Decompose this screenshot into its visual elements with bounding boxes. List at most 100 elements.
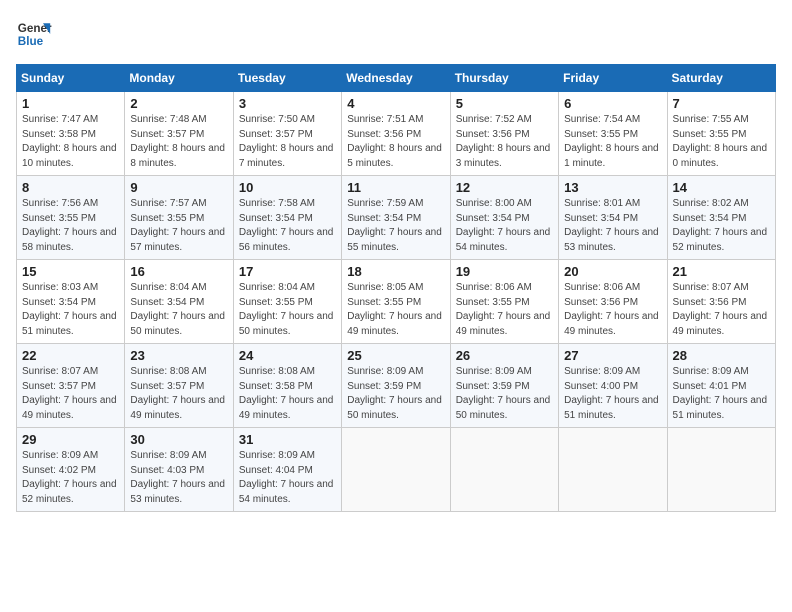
calendar-cell: 30 Sunrise: 8:09 AMSunset: 4:03 PMDayligh… <box>125 428 233 512</box>
calendar-cell: 11 Sunrise: 7:59 AMSunset: 3:54 PMDayligh… <box>342 176 450 260</box>
day-number: 5 <box>456 96 553 111</box>
calendar-cell: 25 Sunrise: 8:09 AMSunset: 3:59 PMDayligh… <box>342 344 450 428</box>
calendar-cell: 24 Sunrise: 8:08 AMSunset: 3:58 PMDayligh… <box>233 344 341 428</box>
day-number: 12 <box>456 180 553 195</box>
calendar-cell <box>342 428 450 512</box>
day-info: Sunrise: 8:07 AMSunset: 3:56 PMDaylight:… <box>673 281 770 339</box>
calendar-cell: 19 Sunrise: 8:06 AMSunset: 3:55 PMDayligh… <box>450 260 558 344</box>
weekday-header-tuesday: Tuesday <box>233 65 341 92</box>
calendar-cell <box>667 428 775 512</box>
calendar-cell: 6 Sunrise: 7:54 AMSunset: 3:55 PMDaylight… <box>559 92 667 176</box>
calendar-cell: 16Sunrise: 8:04 AMSunset: 3:54 PMDayligh… <box>125 260 233 344</box>
day-number: 6 <box>564 96 661 111</box>
calendar-cell: 14 Sunrise: 8:02 AMSunset: 3:54 PMDayligh… <box>667 176 775 260</box>
day-number: 13 <box>564 180 661 195</box>
day-info: Sunrise: 8:01 AMSunset: 3:54 PMDaylight:… <box>564 197 661 255</box>
calendar-week-2: 8Sunrise: 7:56 AMSunset: 3:55 PMDaylight… <box>17 176 776 260</box>
day-info: Sunrise: 7:55 AMSunset: 3:55 PMDaylight:… <box>673 113 770 171</box>
day-number: 28 <box>673 348 770 363</box>
day-info: Sunrise: 8:02 AMSunset: 3:54 PMDaylight:… <box>673 197 770 255</box>
day-number: 24 <box>239 348 336 363</box>
day-info: Sunrise: 7:51 AMSunset: 3:56 PMDaylight:… <box>347 113 444 171</box>
calendar-cell: 12 Sunrise: 8:00 AMSunset: 3:54 PMDayligh… <box>450 176 558 260</box>
weekday-header-wednesday: Wednesday <box>342 65 450 92</box>
calendar-cell: 31 Sunrise: 8:09 AMSunset: 4:04 PMDayligh… <box>233 428 341 512</box>
day-number: 23 <box>130 348 227 363</box>
calendar-table: SundayMondayTuesdayWednesdayThursdayFrid… <box>16 64 776 512</box>
day-info: Sunrise: 8:03 AMSunset: 3:54 PMDaylight:… <box>22 281 119 339</box>
calendar-cell: 21 Sunrise: 8:07 AMSunset: 3:56 PMDayligh… <box>667 260 775 344</box>
calendar-cell: 1 Sunrise: 7:47 AMSunset: 3:58 PMDaylight… <box>17 92 125 176</box>
day-number: 3 <box>239 96 336 111</box>
calendar-cell: 7 Sunrise: 7:55 AMSunset: 3:55 PMDaylight… <box>667 92 775 176</box>
day-number: 9 <box>130 180 227 195</box>
logo: General Blue <box>16 16 52 52</box>
day-number: 22 <box>22 348 119 363</box>
day-info: Sunrise: 8:09 AMSunset: 4:00 PMDaylight:… <box>564 365 661 423</box>
calendar-cell: 27 Sunrise: 8:09 AMSunset: 4:00 PMDayligh… <box>559 344 667 428</box>
day-info: Sunrise: 7:57 AMSunset: 3:55 PMDaylight:… <box>130 197 227 255</box>
day-info: Sunrise: 8:07 AMSunset: 3:57 PMDaylight:… <box>22 365 119 423</box>
day-number: 4 <box>347 96 444 111</box>
day-info: Sunrise: 7:56 AMSunset: 3:55 PMDaylight:… <box>22 197 119 255</box>
day-info: Sunrise: 7:54 AMSunset: 3:55 PMDaylight:… <box>564 113 661 171</box>
day-info: Sunrise: 7:48 AMSunset: 3:57 PMDaylight:… <box>130 113 227 171</box>
calendar-cell: 29 Sunrise: 8:09 AMSunset: 4:02 PMDayligh… <box>17 428 125 512</box>
day-info: Sunrise: 7:47 AMSunset: 3:58 PMDaylight:… <box>22 113 119 171</box>
day-number: 2 <box>130 96 227 111</box>
day-number: 19 <box>456 264 553 279</box>
weekday-header-friday: Friday <box>559 65 667 92</box>
day-number: 18 <box>347 264 444 279</box>
day-info: Sunrise: 8:09 AMSunset: 4:03 PMDaylight:… <box>130 449 227 507</box>
weekday-header-thursday: Thursday <box>450 65 558 92</box>
calendar-cell: 28 Sunrise: 8:09 AMSunset: 4:01 PMDayligh… <box>667 344 775 428</box>
calendar-cell: 3 Sunrise: 7:50 AMSunset: 3:57 PMDaylight… <box>233 92 341 176</box>
day-info: Sunrise: 8:09 AMSunset: 4:04 PMDaylight:… <box>239 449 336 507</box>
day-number: 31 <box>239 432 336 447</box>
day-info: Sunrise: 8:06 AMSunset: 3:55 PMDaylight:… <box>456 281 553 339</box>
day-info: Sunrise: 8:08 AMSunset: 3:58 PMDaylight:… <box>239 365 336 423</box>
day-number: 29 <box>22 432 119 447</box>
calendar-cell: 4 Sunrise: 7:51 AMSunset: 3:56 PMDaylight… <box>342 92 450 176</box>
calendar-cell: 17Sunrise: 8:04 AMSunset: 3:55 PMDayligh… <box>233 260 341 344</box>
day-info: Sunrise: 8:00 AMSunset: 3:54 PMDaylight:… <box>456 197 553 255</box>
day-info: Sunrise: 8:08 AMSunset: 3:57 PMDaylight:… <box>130 365 227 423</box>
day-number: 11 <box>347 180 444 195</box>
day-info: Sunrise: 8:09 AMSunset: 4:01 PMDaylight:… <box>673 365 770 423</box>
day-number: 1 <box>22 96 119 111</box>
day-number: 17 <box>239 264 336 279</box>
calendar-week-3: 15 Sunrise: 8:03 AMSunset: 3:54 PMDayligh… <box>17 260 776 344</box>
calendar-cell: 9 Sunrise: 7:57 AMSunset: 3:55 PMDaylight… <box>125 176 233 260</box>
day-info: Sunrise: 8:09 AMSunset: 3:59 PMDaylight:… <box>456 365 553 423</box>
day-info: Sunrise: 7:50 AMSunset: 3:57 PMDaylight:… <box>239 113 336 171</box>
day-number: 7 <box>673 96 770 111</box>
calendar-week-4: 22 Sunrise: 8:07 AMSunset: 3:57 PMDayligh… <box>17 344 776 428</box>
day-info: Sunrise: 7:58 AMSunset: 3:54 PMDaylight:… <box>239 197 336 255</box>
calendar-cell: 8Sunrise: 7:56 AMSunset: 3:55 PMDaylight… <box>17 176 125 260</box>
page-header: General Blue <box>16 16 776 52</box>
day-number: 14 <box>673 180 770 195</box>
weekday-header-sunday: Sunday <box>17 65 125 92</box>
calendar-cell <box>559 428 667 512</box>
day-info: Sunrise: 8:09 AMSunset: 4:02 PMDaylight:… <box>22 449 119 507</box>
day-number: 15 <box>22 264 119 279</box>
calendar-cell: 2 Sunrise: 7:48 AMSunset: 3:57 PMDaylight… <box>125 92 233 176</box>
day-number: 27 <box>564 348 661 363</box>
day-info: Sunrise: 7:59 AMSunset: 3:54 PMDaylight:… <box>347 197 444 255</box>
day-info: Sunrise: 7:52 AMSunset: 3:56 PMDaylight:… <box>456 113 553 171</box>
calendar-week-1: 1 Sunrise: 7:47 AMSunset: 3:58 PMDaylight… <box>17 92 776 176</box>
calendar-cell: 10Sunrise: 7:58 AMSunset: 3:54 PMDayligh… <box>233 176 341 260</box>
day-info: Sunrise: 8:09 AMSunset: 3:59 PMDaylight:… <box>347 365 444 423</box>
day-info: Sunrise: 8:06 AMSunset: 3:56 PMDaylight:… <box>564 281 661 339</box>
day-number: 21 <box>673 264 770 279</box>
day-number: 16 <box>130 264 227 279</box>
day-number: 20 <box>564 264 661 279</box>
calendar-cell: 15 Sunrise: 8:03 AMSunset: 3:54 PMDayligh… <box>17 260 125 344</box>
calendar-cell: 22 Sunrise: 8:07 AMSunset: 3:57 PMDayligh… <box>17 344 125 428</box>
day-number: 25 <box>347 348 444 363</box>
calendar-cell: 5 Sunrise: 7:52 AMSunset: 3:56 PMDaylight… <box>450 92 558 176</box>
calendar-cell: 13 Sunrise: 8:01 AMSunset: 3:54 PMDayligh… <box>559 176 667 260</box>
day-number: 30 <box>130 432 227 447</box>
day-info: Sunrise: 8:05 AMSunset: 3:55 PMDaylight:… <box>347 281 444 339</box>
day-number: 26 <box>456 348 553 363</box>
